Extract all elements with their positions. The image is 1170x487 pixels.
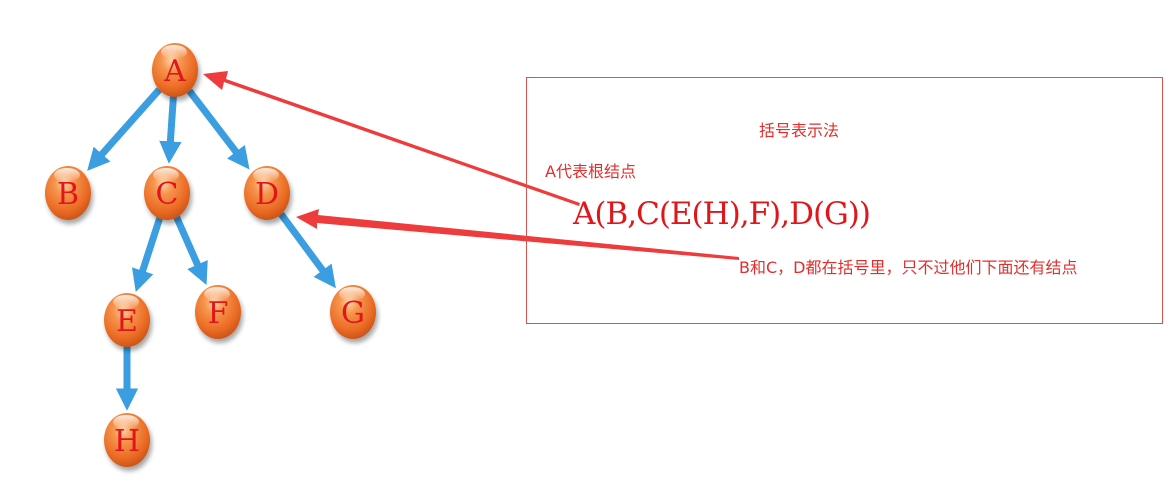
edge-D-G — [278, 211, 336, 289]
node-G: G — [330, 285, 376, 339]
edge-A-D — [186, 88, 250, 170]
node-F: F — [195, 285, 241, 339]
tree-nodes: A B C D E F G H — [45, 43, 376, 467]
edge-A-B — [87, 87, 162, 171]
node-label: G — [341, 296, 365, 331]
edge-C-E — [131, 216, 164, 293]
node-label: E — [116, 304, 138, 339]
children-note: B和C，D都在括号里，只不过他们下面还有结点 — [739, 258, 1078, 277]
node-label: B — [57, 177, 79, 212]
node-H: H — [104, 413, 150, 467]
node-label: C — [156, 177, 179, 212]
node-label: D — [255, 177, 279, 212]
node-D: D — [244, 166, 290, 220]
node-label: F — [208, 296, 229, 331]
bracket-formula: A(B,C(E(H),F),D(G)) — [573, 196, 871, 232]
node-E: E — [104, 293, 150, 347]
edge-A-C — [159, 95, 182, 164]
root-note: A代表根结点 — [545, 162, 636, 181]
node-label: A — [163, 54, 186, 89]
annotation-title: 括号表示法 — [759, 121, 840, 140]
node-label: H — [114, 424, 140, 459]
node-C: C — [144, 166, 190, 220]
tree-edges — [87, 87, 336, 411]
edge-C-F — [173, 215, 208, 286]
node-B: B — [45, 166, 91, 220]
node-A: A — [152, 43, 198, 97]
